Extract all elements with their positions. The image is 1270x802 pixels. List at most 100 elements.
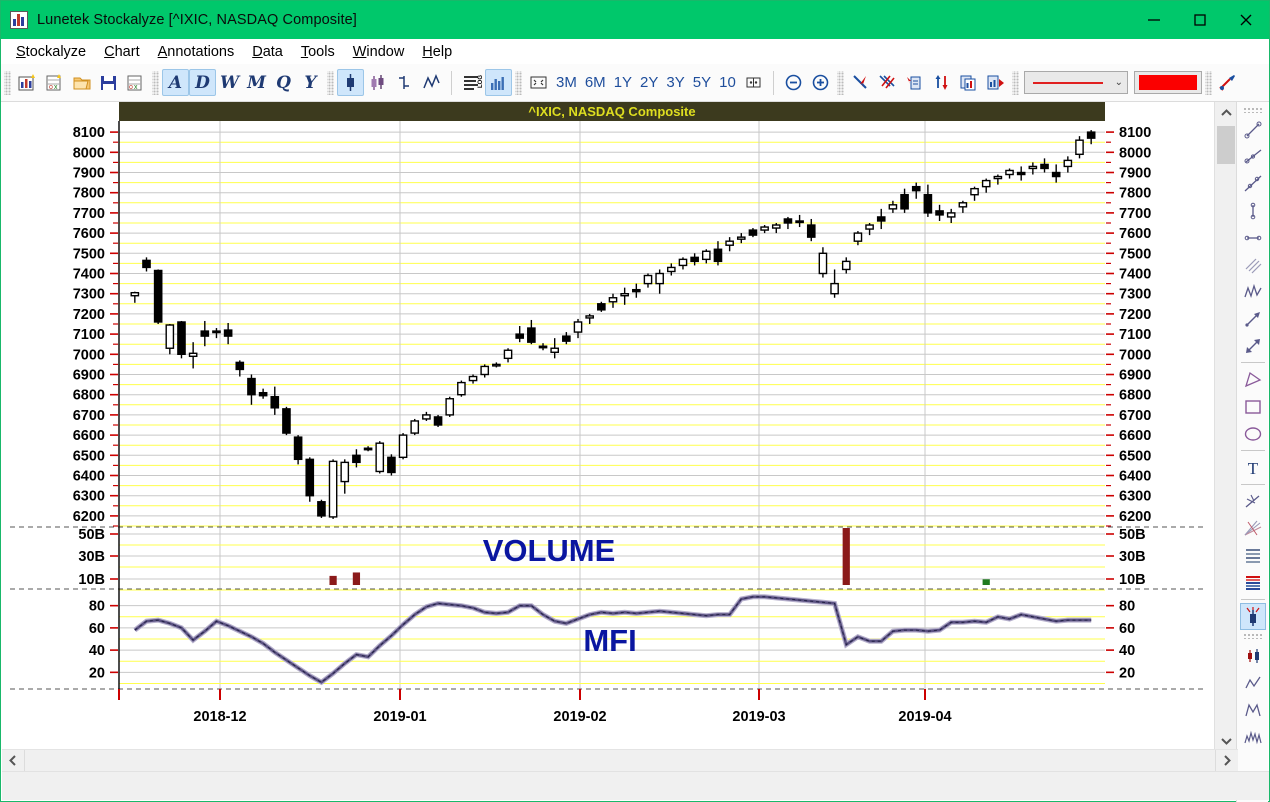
- copy-chart-icon[interactable]: [955, 69, 982, 96]
- text-tool-icon[interactable]: T: [1240, 454, 1266, 481]
- menu-annotations[interactable]: Annotations: [149, 42, 244, 62]
- line-style-dropdown[interactable]: ⌄: [1023, 71, 1128, 94]
- arrow-up-icon[interactable]: [1240, 305, 1266, 332]
- trend-line-icon[interactable]: [1240, 116, 1266, 143]
- svg-text:50B: 50B: [1119, 527, 1146, 543]
- period-daily-button[interactable]: D: [189, 69, 216, 96]
- svg-text:6900: 6900: [1119, 368, 1151, 384]
- menu-tools[interactable]: Tools: [292, 42, 344, 62]
- candlestick-chart-icon[interactable]: [337, 69, 364, 96]
- svg-text:6800: 6800: [73, 388, 105, 404]
- arrow-expand-icon[interactable]: [1240, 332, 1266, 359]
- maximize-button[interactable]: [1177, 1, 1223, 39]
- scroll-right-button[interactable]: [1215, 750, 1238, 771]
- period-yearly-button[interactable]: Y: [297, 69, 324, 96]
- toolbar-grip-6[interactable]: [1011, 70, 1019, 95]
- zoom-in-icon[interactable]: [807, 69, 834, 96]
- menu-help[interactable]: Help: [413, 42, 461, 62]
- menu-window[interactable]: Window: [344, 42, 414, 62]
- delete-annotation-icon[interactable]: [847, 69, 874, 96]
- line-chart-icon[interactable]: [418, 69, 445, 96]
- vtoolbar-grip[interactable]: [1241, 106, 1264, 113]
- menu-bar: Stockalyze Chart Annotations Data Tools …: [1, 39, 1269, 64]
- color-bands-icon[interactable]: [1240, 569, 1266, 596]
- hollow-candle-chart-icon[interactable]: [364, 69, 391, 96]
- price-volume-mfi-chart[interactable]: ^IXIC, NASDAQ Composite 8100 8100 8000 8000 7…: [2, 102, 1212, 752]
- parallel-lines-icon[interactable]: [1240, 251, 1266, 278]
- svg-text:7200: 7200: [1119, 307, 1151, 323]
- vtoolbar-grip-2[interactable]: [1241, 632, 1264, 639]
- new-sheet-icon[interactable]: ox: [41, 69, 68, 96]
- svg-text:6300: 6300: [73, 489, 105, 505]
- svg-text:6600: 6600: [73, 428, 105, 444]
- color-picker-button[interactable]: [1133, 71, 1202, 94]
- svg-text:8100: 8100: [73, 125, 105, 141]
- toolbar-grip-7[interactable]: [1204, 70, 1212, 95]
- ellipse-shape-icon[interactable]: [1240, 420, 1266, 447]
- vertical-line-icon[interactable]: [1240, 197, 1266, 224]
- svg-text:7300: 7300: [73, 287, 105, 303]
- period-weekly-button[interactable]: W: [216, 69, 243, 96]
- toolbar-grip[interactable]: [4, 70, 11, 95]
- candle-pattern-icon[interactable]: [1240, 642, 1266, 669]
- extended-line-icon[interactable]: [1240, 170, 1266, 197]
- sort-updown-icon[interactable]: [928, 69, 955, 96]
- range-10-button[interactable]: 10: [715, 74, 740, 91]
- triangle-shape-icon[interactable]: [1240, 366, 1266, 393]
- zoom-out-icon[interactable]: [780, 69, 807, 96]
- m-pattern-icon[interactable]: [1240, 696, 1266, 723]
- range-1y-button[interactable]: 1Y: [610, 74, 636, 91]
- scroll-up-button[interactable]: [1215, 102, 1237, 124]
- vertical-scrollbar-thumb[interactable]: [1217, 126, 1235, 164]
- candle-highlight-icon[interactable]: [1239, 603, 1266, 630]
- toolbar-grip-3[interactable]: [327, 70, 334, 95]
- svg-text:6500: 6500: [1119, 448, 1151, 464]
- volume-bars-icon[interactable]: [485, 69, 512, 96]
- open-folder-icon[interactable]: [68, 69, 95, 96]
- menu-chart[interactable]: Chart: [95, 42, 148, 62]
- settings-tools-icon[interactable]: [1215, 69, 1242, 96]
- menu-data[interactable]: Data: [243, 42, 292, 62]
- ohlc-bar-chart-icon[interactable]: [391, 69, 418, 96]
- horizontal-scrollbar[interactable]: [2, 749, 1238, 771]
- ray-line-icon[interactable]: [1240, 143, 1266, 170]
- svg-text:2019-01: 2019-01: [373, 709, 426, 725]
- scroll-left-button[interactable]: [2, 750, 25, 771]
- period-quarterly-button[interactable]: Q: [270, 69, 297, 96]
- horizontal-line-icon[interactable]: [1240, 224, 1266, 251]
- toolbar-grip-4[interactable]: [515, 70, 522, 95]
- menu-stockalyze[interactable]: Stockalyze: [7, 42, 95, 62]
- svg-text:^IXIC, NASDAQ Composite: ^IXIC, NASDAQ Composite: [528, 104, 695, 119]
- fib-fan-icon[interactable]: [1240, 515, 1266, 542]
- close-button[interactable]: [1223, 1, 1269, 39]
- save-icon[interactable]: [95, 69, 122, 96]
- fit-all-icon[interactable]: [525, 69, 552, 96]
- delete-all-annotations-icon[interactable]: [874, 69, 901, 96]
- fib-retracement-icon[interactable]: [1240, 488, 1266, 515]
- export-sheet-icon[interactable]: ox: [122, 69, 149, 96]
- period-all-button[interactable]: A: [162, 69, 189, 96]
- toolbar-grip-5[interactable]: [836, 70, 844, 95]
- range-3m-button[interactable]: 3M: [552, 74, 581, 91]
- range-custom-icon[interactable]: [740, 69, 767, 96]
- window-controls: [1131, 1, 1269, 39]
- range-2y-button[interactable]: 2Y: [636, 74, 662, 91]
- period-monthly-button[interactable]: M: [243, 69, 270, 96]
- log-scale-icon[interactable]: LOG: [458, 69, 485, 96]
- range-5y-button[interactable]: 5Y: [689, 74, 715, 91]
- range-3y-button[interactable]: 3Y: [662, 74, 688, 91]
- zigzag-line-icon[interactable]: [1240, 278, 1266, 305]
- wave-pattern-icon[interactable]: [1240, 723, 1266, 750]
- chart-canvas[interactable]: ^IXIC, NASDAQ Composite 8100 8100 8000 8000 7…: [2, 102, 1212, 752]
- vertical-scrollbar[interactable]: [1214, 102, 1236, 752]
- export-chart-icon[interactable]: [982, 69, 1009, 96]
- rectangle-shape-icon[interactable]: [1240, 393, 1266, 420]
- range-6m-button[interactable]: 6M: [581, 74, 610, 91]
- svg-text:30B: 30B: [78, 549, 105, 565]
- zigzag-indicator-icon[interactable]: [1240, 669, 1266, 696]
- toolbar-grip-2[interactable]: [152, 70, 159, 95]
- save-annotation-icon[interactable]: [901, 69, 928, 96]
- new-chart-icon[interactable]: [14, 69, 41, 96]
- horizontal-bands-icon[interactable]: [1240, 542, 1266, 569]
- minimize-button[interactable]: [1131, 1, 1177, 39]
